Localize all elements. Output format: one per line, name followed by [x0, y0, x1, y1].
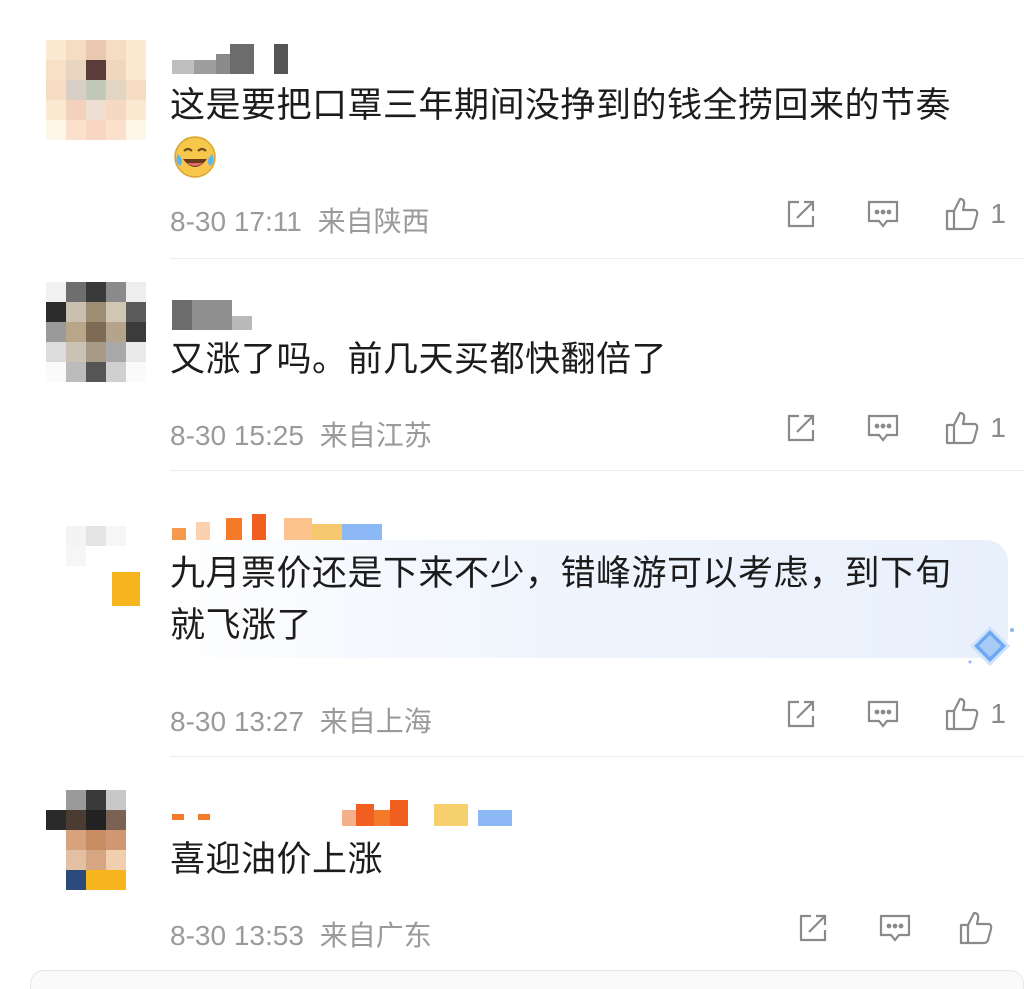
comment-button[interactable]: [866, 411, 900, 445]
comment-location: 来自江苏: [319, 419, 432, 452]
comment-date: 8-30: [170, 920, 227, 951]
comment-date: 8-30: [170, 706, 227, 737]
like-count: 1: [990, 698, 1006, 729]
comment-date: 8-30: [170, 206, 227, 237]
comment-icon: [868, 200, 899, 228]
comment-button[interactable]: [866, 197, 900, 231]
like-count: 1: [990, 198, 1006, 229]
comment-text: 这是要把口罩三年期间没挣到的钱全捞回来的节奏: [170, 86, 952, 126]
comment-date: 8-30: [170, 420, 227, 451]
divider: [170, 470, 1024, 471]
avatar[interactable]: [46, 282, 146, 382]
like-button[interactable]: 1: [944, 196, 1006, 232]
share-icon: [788, 414, 815, 442]
comment-location: 来自上海: [319, 705, 432, 738]
avatar[interactable]: [46, 40, 146, 140]
comment-button[interactable]: [878, 911, 912, 945]
comment-text: 喜迎油价上涨: [170, 840, 384, 880]
thumbs-up-icon: [946, 411, 979, 445]
comment-text: 又涨了吗。前几天买都快翻倍了: [170, 340, 668, 380]
like-button[interactable]: 1: [944, 410, 1006, 446]
comment-location: 来自陕西: [317, 205, 430, 238]
comment-icon: [868, 700, 899, 728]
divider: [170, 258, 1024, 259]
comment-meta: 8-30 13:53 来自广东: [170, 914, 432, 954]
share-button[interactable]: [796, 911, 830, 945]
thumbs-up-icon: [946, 197, 979, 231]
laugh-cry-emoji: [172, 134, 218, 180]
comment-actions: [796, 910, 1004, 946]
username[interactable]: [172, 794, 512, 826]
comment-meta: 8-30 17:11 来自陕西: [170, 200, 430, 240]
divider: [170, 756, 1024, 757]
comment-text-line-2: 就飞涨了: [170, 606, 313, 646]
comment-icon: [868, 414, 899, 442]
username[interactable]: [172, 298, 252, 330]
comment-time: 15:25: [233, 420, 304, 451]
like-count: 1: [990, 412, 1006, 443]
diamond-badge-icon: [964, 622, 1018, 680]
comment-actions: 1: [784, 696, 1006, 732]
share-icon: [788, 200, 815, 228]
comment-meta: 8-30 15:25 来自江苏: [170, 414, 432, 454]
thumbs-up-icon: [946, 697, 979, 731]
avatar[interactable]: [46, 790, 146, 890]
like-button[interactable]: 1: [944, 696, 1006, 732]
username[interactable]: [172, 42, 288, 74]
comment-icon: [879, 914, 911, 942]
thumbs-up-icon: [959, 911, 993, 945]
like-button[interactable]: [958, 910, 1004, 946]
comment-actions: 1: [784, 196, 1006, 232]
comment-time: 13:27: [233, 706, 304, 737]
username[interactable]: [172, 508, 382, 540]
share-icon: [799, 914, 827, 942]
comment-time: 17:11: [233, 206, 302, 237]
share-button[interactable]: [784, 197, 818, 231]
comment-text-line-1: 九月票价还是下来不少，错峰游可以考虑，到下旬: [170, 554, 952, 594]
share-button[interactable]: [784, 697, 818, 731]
comment-input-bar[interactable]: [30, 970, 1024, 989]
avatar-badge: [112, 572, 140, 606]
comment-actions: 1: [784, 410, 1006, 446]
share-button[interactable]: [784, 411, 818, 445]
comment-time: 13:53: [233, 920, 304, 951]
share-icon: [788, 700, 815, 728]
comment-meta: 8-30 13:27 来自上海: [170, 700, 432, 740]
comment-button[interactable]: [866, 697, 900, 731]
comment-location: 来自广东: [319, 919, 432, 952]
